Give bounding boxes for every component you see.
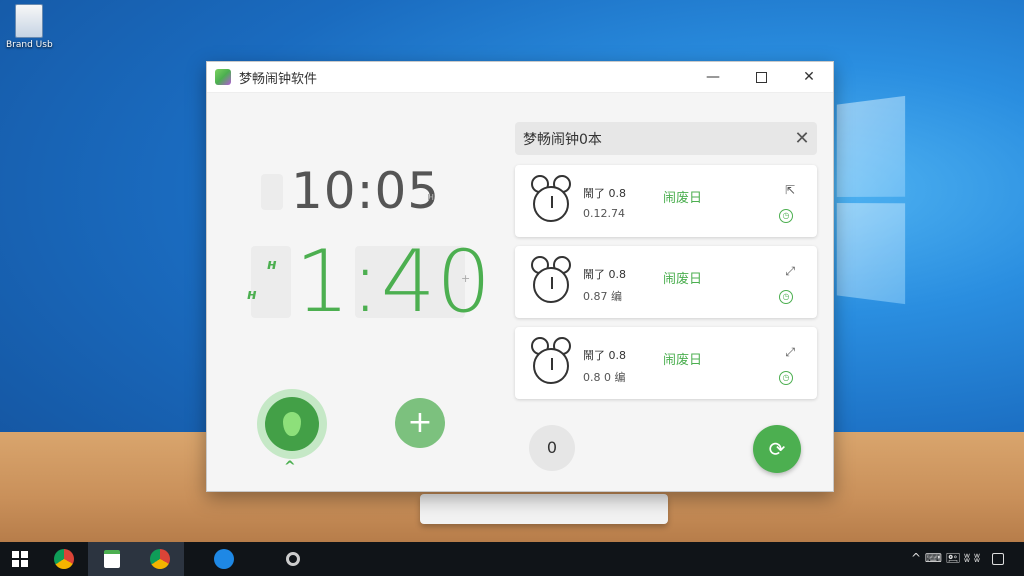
maximize-button[interactable]	[737, 62, 785, 93]
chrome-alt-icon[interactable]	[136, 542, 184, 576]
alarm-time: 0.12.74	[583, 207, 625, 220]
current-time: 10:05	[291, 162, 441, 220]
countdown-mark-top: ʜ	[267, 257, 277, 273]
edit-icon[interactable]: ⤢	[785, 264, 795, 279]
clear-button[interactable]: ✕	[787, 128, 817, 149]
alarm-list-header[interactable]: 梦畅闹钟0本 ✕	[515, 122, 817, 155]
edit-icon[interactable]: ⇱	[785, 183, 795, 197]
windows-icon	[12, 551, 28, 567]
alarm-day: 闹废日	[663, 191, 703, 206]
alarm-label: 鬧了 0.8	[583, 268, 626, 281]
sync-button[interactable]: ⟳	[753, 425, 801, 473]
clock-icon[interactable]: ◷	[779, 209, 793, 223]
edit-icon[interactable]: ⤢	[785, 345, 795, 360]
alarm-clock-icon	[529, 256, 573, 308]
keyboard	[420, 494, 668, 524]
browser-icon[interactable]	[184, 542, 264, 576]
notes-icon[interactable]	[88, 542, 136, 576]
count-button[interactable]: 0	[529, 425, 575, 471]
system-tray[interactable]: ^ ⌨ 🖭 ʬ ʬ	[911, 542, 1004, 576]
add-alarm-button[interactable]: +	[395, 398, 445, 448]
title-bar[interactable]: 梦畅闹钟软件 — ✕	[207, 62, 833, 93]
tray-icons[interactable]: ^ ⌨ 🖭 ʬ ʬ	[911, 549, 980, 570]
alarm-toggle-inner	[265, 397, 319, 451]
alarm-day: 闹废日	[663, 353, 703, 368]
alarm-label: 鬧了 0.8	[583, 349, 626, 362]
alarm-day: 闹废日	[663, 272, 703, 287]
alarm-item[interactable]: 鬧了 0.8 0.12.74 闹废日 ⇱ ◷	[515, 165, 817, 237]
chrome-icon[interactable]	[40, 542, 88, 576]
time-ghost-left	[261, 174, 283, 210]
close-button[interactable]: ✕	[785, 62, 833, 93]
computer-icon	[15, 4, 43, 38]
current-time-mark: ʜ	[427, 190, 435, 203]
countdown-side-mark: +	[461, 272, 471, 285]
desktop-icon-label: Brand Usb	[6, 40, 53, 50]
alarm-item[interactable]: 鬧了 0.8 0.87 编 闹废日 ⤢ ◷	[515, 246, 817, 318]
chevron-up-icon[interactable]: ^	[284, 459, 296, 475]
countdown-mark-bottom: ʜ	[247, 287, 257, 303]
settings-icon[interactable]	[264, 542, 322, 576]
start-button[interactable]	[0, 542, 40, 576]
alarm-time: 0.8 0 编	[583, 371, 626, 384]
window-title: 梦畅闹钟软件	[239, 71, 318, 87]
app-icon	[215, 69, 231, 85]
taskbar: ^ ⌨ 🖭 ʬ ʬ	[0, 542, 1024, 576]
alarm-list-title: 梦畅闹钟0本	[523, 131, 602, 148]
app-window: 梦畅闹钟软件 — ✕ 10:05 ʜ 1:40 ʜ ʜ + ^ + 梦畅闹钟0本…	[206, 61, 834, 492]
maximize-icon	[755, 71, 767, 83]
clock-icon[interactable]: ◷	[779, 290, 793, 304]
alarm-label: 鬧了 0.8	[583, 187, 626, 200]
notification-icon[interactable]	[992, 553, 1004, 565]
minimize-button[interactable]: —	[689, 62, 737, 93]
alarm-toggle-button[interactable]	[257, 389, 327, 459]
alarm-item[interactable]: 鬧了 0.8 0.8 0 编 闹废日 ⤢ ◷	[515, 327, 817, 399]
clock-icon[interactable]: ◷	[779, 371, 793, 385]
alarm-clock-icon	[529, 175, 573, 227]
pear-icon	[283, 412, 301, 436]
alarm-clock-icon	[529, 337, 573, 389]
alarm-time: 0.87 编	[583, 290, 622, 303]
desktop-icon[interactable]: Brand Usb	[6, 4, 53, 50]
